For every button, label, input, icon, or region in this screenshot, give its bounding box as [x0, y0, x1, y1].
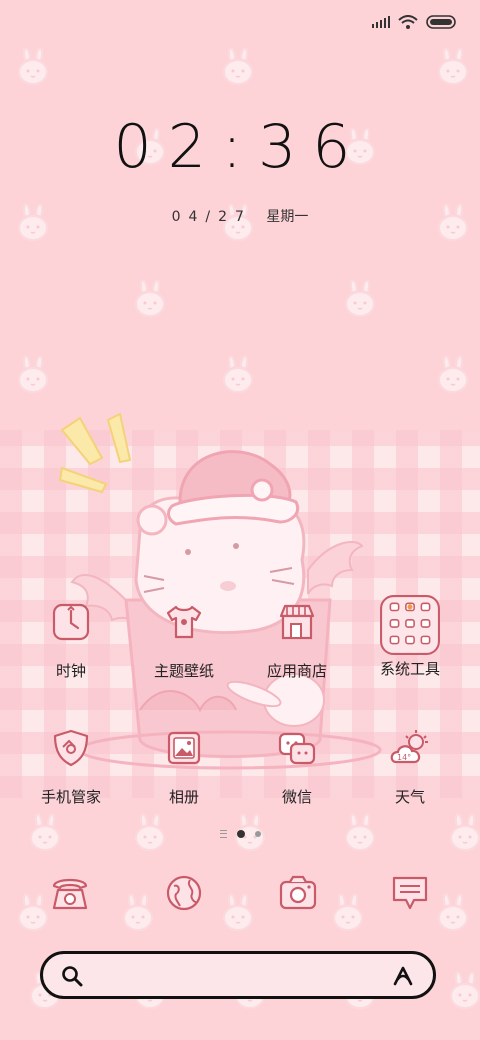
home-screen: 02:36 04/27 星期一 时钟 主题壁纸 应用商店 系统工具 手机管家 相… — [0, 0, 480, 1040]
signal-icon — [372, 16, 390, 28]
app-gallery[interactable]: 相册 — [129, 728, 239, 807]
shield-icon — [53, 729, 89, 767]
folder-icon — [380, 595, 440, 655]
tshirt-icon — [166, 605, 202, 639]
bunny-pattern-mark — [220, 890, 256, 934]
date-label: 04/27 — [171, 209, 252, 225]
browser-globe-icon[interactable] — [164, 872, 204, 914]
bunny-pattern-mark — [15, 44, 51, 88]
app-label: 应用商店 — [266, 662, 327, 680]
bunny-pattern-mark — [330, 890, 366, 934]
bunny-pattern-mark — [435, 44, 471, 88]
app-label: 天气 — [394, 788, 425, 806]
bunny-pattern-mark — [220, 44, 256, 88]
app-themes[interactable]: 主题壁纸 — [129, 602, 239, 681]
bunny-pattern-mark — [220, 352, 256, 396]
gallery-icon — [167, 731, 201, 765]
app-system-tools-folder[interactable]: 系统工具 — [355, 594, 465, 679]
phone-icon[interactable] — [50, 872, 90, 914]
page-dot-active[interactable] — [236, 830, 245, 838]
bunny-pattern-mark — [15, 352, 51, 396]
weekday-label: 星期一 — [266, 209, 309, 225]
bunny-pattern-mark — [120, 890, 156, 934]
bunny-pattern-mark — [435, 890, 471, 934]
page-indicator — [0, 830, 480, 838]
wifi-icon — [398, 15, 418, 29]
page-dot[interactable] — [254, 831, 261, 837]
app-label: 时钟 — [55, 662, 86, 680]
bunny-pattern-mark — [132, 276, 168, 320]
app-store[interactable]: 应用商店 — [242, 602, 352, 681]
search-icon[interactable] — [61, 965, 83, 987]
app-label: 手机管家 — [40, 788, 101, 806]
app-weather[interactable]: 14° 天气 — [355, 728, 465, 807]
bunny-pattern-mark — [435, 352, 471, 396]
bunny-pattern-mark — [447, 968, 480, 1012]
lockscreen-time: 02:36 — [113, 112, 367, 182]
bunny-pattern-mark — [342, 276, 378, 320]
store-icon — [279, 604, 315, 640]
search-bar[interactable] — [40, 951, 436, 999]
app-wechat[interactable]: 微信 — [242, 728, 352, 807]
clock-icon — [52, 603, 90, 641]
battery-icon — [426, 15, 456, 29]
weather-temp-badge: 14° — [397, 753, 411, 762]
app-label: 主题壁纸 — [153, 662, 214, 680]
wechat-icon — [278, 732, 316, 765]
app-label: 相册 — [168, 788, 199, 806]
status-bar — [372, 12, 456, 32]
app-clock[interactable]: 时钟 — [16, 602, 126, 681]
camera-icon[interactable] — [278, 872, 318, 914]
assistant-icon[interactable] — [391, 964, 415, 988]
weather-icon: 14° — [390, 730, 428, 764]
menu-lines-icon[interactable] — [219, 830, 227, 838]
message-icon[interactable] — [390, 872, 430, 914]
app-phone-manager[interactable]: 手机管家 — [16, 728, 126, 807]
bunny-pattern-mark — [15, 890, 51, 934]
app-label: 系统工具 — [379, 660, 440, 678]
app-label: 微信 — [281, 788, 312, 806]
date-row: 04/27 星期一 — [0, 206, 480, 226]
